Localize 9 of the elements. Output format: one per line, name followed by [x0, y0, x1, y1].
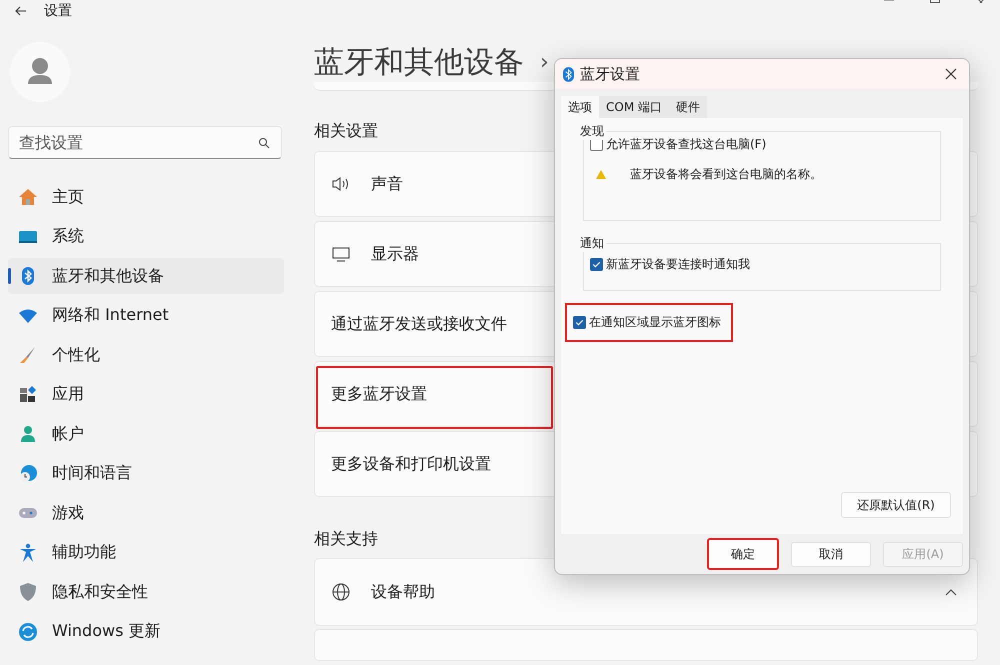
page-title: 蓝牙和其他设备 — [314, 44, 524, 82]
group-label: 通知 — [580, 235, 606, 252]
section-heading: 相关设置 — [314, 121, 378, 142]
section-heading: 相关支持 — [314, 529, 378, 550]
window-title: 设置 — [44, 2, 72, 20]
breadcrumb-separator: › — [540, 50, 549, 74]
dialog-title: 蓝牙设置 — [580, 64, 641, 84]
group-label: 发现 — [580, 123, 606, 140]
warning-text: 蓝牙设备将会看到这台电脑的名称。 — [630, 166, 822, 183]
